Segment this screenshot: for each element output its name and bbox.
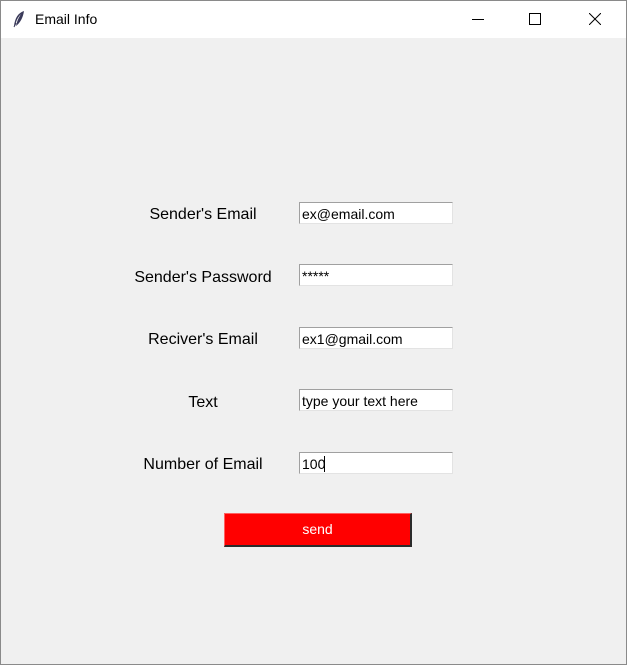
number-of-email-label: Number of Email bbox=[143, 456, 263, 473]
receiver-email-label: Reciver's Email bbox=[148, 331, 258, 348]
send-button[interactable]: send bbox=[224, 513, 412, 547]
text-field[interactable] bbox=[299, 389, 453, 411]
minimize-button[interactable] bbox=[455, 1, 501, 38]
sender-email-label: Sender's Email bbox=[149, 206, 257, 223]
text-label: Text bbox=[188, 394, 218, 411]
sender-password-field[interactable] bbox=[299, 264, 453, 286]
text-cursor bbox=[324, 456, 325, 472]
maximize-icon bbox=[529, 13, 541, 25]
sender-email-field[interactable] bbox=[299, 202, 453, 224]
sender-password-label: Sender's Password bbox=[134, 269, 272, 286]
number-of-email-field[interactable] bbox=[299, 452, 453, 474]
feather-icon bbox=[13, 11, 24, 28]
window-title: Email Info bbox=[35, 11, 98, 27]
email-info-window: Email Info Sender's Email Sender's Passw… bbox=[0, 0, 627, 665]
minimize-icon bbox=[472, 19, 484, 20]
maximize-button[interactable] bbox=[512, 1, 558, 38]
title-bar[interactable]: Email Info bbox=[1, 1, 626, 38]
close-icon bbox=[589, 13, 601, 25]
receiver-email-field[interactable] bbox=[299, 327, 453, 349]
close-button[interactable] bbox=[572, 1, 618, 38]
